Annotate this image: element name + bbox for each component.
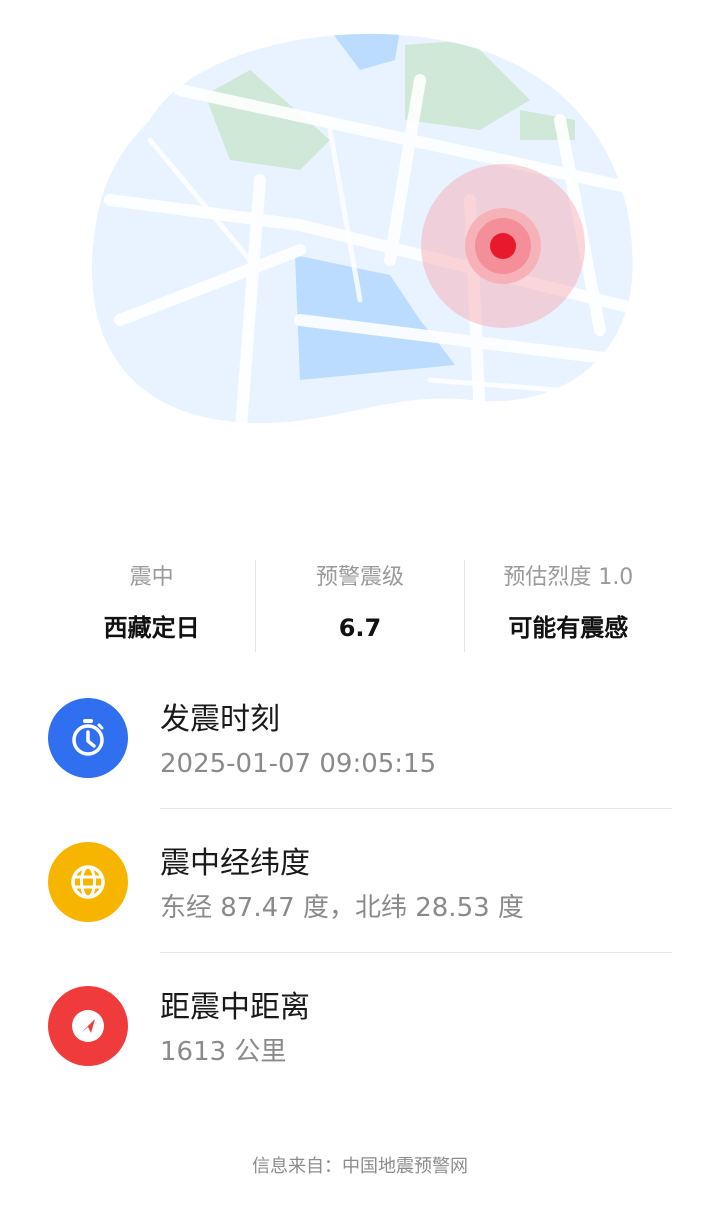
detail-value: 东经 87.47 度，北纬 28.53 度: [160, 893, 524, 923]
epicenter-label: 震中: [129, 565, 174, 590]
map-illustration: [91, 33, 633, 424]
detail-row-distance: 距震中距离 1613 公里: [48, 986, 672, 1130]
epicenter-value: 西藏定日: [103, 614, 200, 642]
quake-summary: 震中 西藏定日 预警震级 6.7 预估烈度 1.0 可能有震感: [48, 560, 672, 652]
globe-icon: [48, 842, 128, 922]
intensity-value: 可能有震感: [508, 614, 629, 642]
intensity-label: 预估烈度 1.0: [503, 565, 634, 590]
epicenter-map: [0, 0, 720, 480]
detail-title: 震中经纬度: [160, 846, 310, 881]
intensity-stat: 预估烈度 1.0 可能有震感: [463, 560, 672, 652]
epicenter-dot: [490, 233, 516, 259]
divider: [160, 808, 672, 809]
divider: [160, 952, 672, 953]
detail-title: 发震时刻: [160, 702, 280, 737]
magnitude-label: 预警震级: [315, 565, 404, 590]
magnitude-value: 6.7: [338, 614, 382, 642]
detail-value: 1613 公里: [160, 1037, 287, 1067]
detail-row-coordinates: 震中经纬度 东经 87.47 度，北纬 28.53 度: [48, 842, 672, 986]
detail-value: 2025-01-07 09:05:15: [160, 749, 437, 779]
clock-icon: [48, 698, 128, 778]
magnitude-stat: 预警震级 6.7: [255, 560, 463, 652]
detail-title: 距震中距离: [160, 990, 310, 1025]
detail-row-time: 发震时刻 2025-01-07 09:05:15: [48, 698, 672, 842]
source-footer: 信息来自：中国地震预警网: [252, 1156, 468, 1177]
navigation-arrow-icon: [48, 986, 128, 1066]
epicenter-stat: 震中 西藏定日: [48, 560, 255, 652]
